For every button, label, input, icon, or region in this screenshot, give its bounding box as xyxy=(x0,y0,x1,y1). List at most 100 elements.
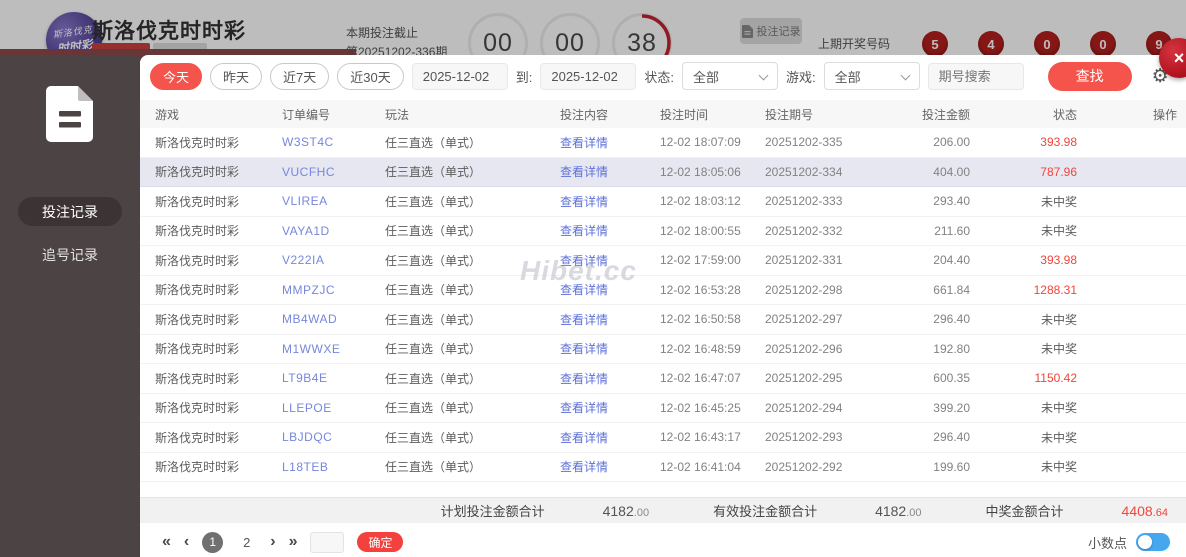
view-details-link[interactable]: 查看详情 xyxy=(560,193,660,210)
cell-bet-amount: 600.35 xyxy=(880,371,970,385)
table-row[interactable]: 斯洛伐克时时彩LLEPOE任三直选（单式）查看详情12-02 16:45:252… xyxy=(140,394,1186,424)
last-page-button[interactable]: » xyxy=(289,533,298,551)
cell-game: 斯洛伐克时时彩 xyxy=(155,252,282,269)
cell-period: 20251202-332 xyxy=(765,224,880,238)
filter-bar: 今天昨天近7天近30天 到: 状态: 全部 游戏: 全部 查找 ⚙ xyxy=(150,62,1178,90)
cell-game: 斯洛伐克时时彩 xyxy=(155,222,282,239)
table-row[interactable]: 斯洛伐克时时彩VAYA1D任三直选（单式）查看详情12-02 18:00:552… xyxy=(140,217,1186,247)
order-number-link[interactable]: MMPZJC xyxy=(282,283,385,297)
cell-game: 斯洛伐克时时彩 xyxy=(155,134,282,151)
column-header: 投注内容 xyxy=(560,106,660,123)
cell-bet-time: 12-02 17:59:00 xyxy=(660,253,765,267)
quick-range-button[interactable]: 近30天 xyxy=(337,63,403,90)
decimal-toggle-switch[interactable] xyxy=(1136,533,1170,551)
game-select[interactable]: 全部 xyxy=(824,62,920,90)
cell-status: 393.98 xyxy=(970,253,1077,267)
quick-range-group: 今天昨天近7天近30天 xyxy=(150,63,404,90)
cell-bet-time: 12-02 18:03:12 xyxy=(660,194,765,208)
view-details-link[interactable]: 查看详情 xyxy=(560,370,660,387)
quick-range-button[interactable]: 昨天 xyxy=(210,63,262,90)
screen: 斯洛伐克 时时彩 斯洛伐克时时彩 本期投注截止 第20251202-336期 0… xyxy=(0,0,1186,557)
cell-game: 斯洛伐克时时彩 xyxy=(155,370,282,387)
prev-page-button[interactable]: ‹ xyxy=(184,533,189,551)
view-details-link[interactable]: 查看详情 xyxy=(560,399,660,416)
next-page-button[interactable]: › xyxy=(270,533,275,551)
view-details-link[interactable]: 查看详情 xyxy=(560,252,660,269)
column-header: 状态 xyxy=(970,106,1077,123)
order-number-link[interactable]: V222IA xyxy=(282,253,385,267)
order-number-link[interactable]: VAYA1D xyxy=(282,224,385,238)
view-details-link[interactable]: 查看详情 xyxy=(560,311,660,328)
table-row[interactable]: 斯洛伐克时时彩L18TEB任三直选（单式）查看详情12-02 16:41:042… xyxy=(140,453,1186,483)
table-row[interactable]: 斯洛伐克时时彩VLIREA任三直选（单式）查看详情12-02 18:03:122… xyxy=(140,187,1186,217)
table-row[interactable]: 斯洛伐克时时彩VUCFHC任三直选（单式）查看详情12-02 18:05:062… xyxy=(140,158,1186,188)
view-details-link[interactable]: 查看详情 xyxy=(560,340,660,357)
plan-total: 计划投注金额合计 4182.00 xyxy=(441,501,649,521)
view-details-link[interactable]: 查看详情 xyxy=(560,134,660,151)
order-number-link[interactable]: W3ST4C xyxy=(282,135,385,149)
view-details-link[interactable]: 查看详情 xyxy=(560,429,660,446)
order-number-link[interactable]: LLEPOE xyxy=(282,401,385,415)
status-select[interactable]: 全部 xyxy=(682,62,778,90)
column-header: 订单编号 xyxy=(282,106,385,123)
cell-bet-amount: 661.84 xyxy=(880,283,970,297)
order-number-link[interactable]: VLIREA xyxy=(282,194,385,208)
search-button[interactable]: 查找 xyxy=(1048,62,1132,91)
cell-bet-amount: 199.60 xyxy=(880,460,970,474)
cell-period: 20251202-335 xyxy=(765,135,880,149)
table-row[interactable]: 斯洛伐克时时彩LBJDQC任三直选（单式）查看详情12-02 16:43:172… xyxy=(140,423,1186,453)
cell-period: 20251202-331 xyxy=(765,253,880,267)
cell-bet-amount: 204.40 xyxy=(880,253,970,267)
view-details-link[interactable]: 查看详情 xyxy=(560,163,660,180)
sidebar-item-bet-records[interactable]: 投注记录 xyxy=(18,197,122,226)
cell-bet-time: 12-02 16:50:58 xyxy=(660,312,765,326)
plan-total-label: 计划投注金额合计 xyxy=(441,501,545,520)
date-from-input[interactable] xyxy=(412,63,508,90)
order-number-link[interactable]: M1WWXE xyxy=(282,342,385,356)
cell-bet-amount: 404.00 xyxy=(880,165,970,179)
table-row[interactable]: 斯洛伐克时时彩MB4WAD任三直选（单式）查看详情12-02 16:50:582… xyxy=(140,305,1186,335)
column-header: 投注时间 xyxy=(660,106,765,123)
table-row[interactable]: 斯洛伐克时时彩W3ST4C任三直选（单式）查看详情12-02 18:07:092… xyxy=(140,128,1186,158)
cell-game: 斯洛伐克时时彩 xyxy=(155,193,282,210)
view-details-link[interactable]: 查看详情 xyxy=(560,458,660,475)
first-page-button[interactable]: « xyxy=(162,533,171,551)
summary-bar: 计划投注金额合计 4182.00 有效投注金额合计 4182.00 中奖金额合计… xyxy=(140,497,1186,523)
cell-game: 斯洛伐克时时彩 xyxy=(155,429,282,446)
cell-status: 未中奖 xyxy=(970,311,1077,328)
cell-play-type: 任三直选（单式） xyxy=(385,311,560,328)
sidebar-item-chase-records[interactable]: 追号记录 xyxy=(18,240,122,269)
order-number-link[interactable]: LBJDQC xyxy=(282,430,385,444)
page-jump-confirm-button[interactable]: 确定 xyxy=(357,532,403,552)
status-filter-label: 状态: xyxy=(644,67,674,86)
period-search-input[interactable] xyxy=(928,63,1024,90)
win-total-label: 中奖金额合计 xyxy=(986,501,1064,520)
page-jump-input[interactable] xyxy=(310,532,344,553)
table-row[interactable]: 斯洛伐克时时彩MMPZJC任三直选（单式）查看详情12-02 16:53:282… xyxy=(140,276,1186,306)
page-number-button[interactable]: 1 xyxy=(202,532,223,553)
view-details-link[interactable]: 查看详情 xyxy=(560,281,660,298)
column-header: 游戏 xyxy=(155,106,282,123)
cell-status: 未中奖 xyxy=(970,340,1077,357)
cell-period: 20251202-292 xyxy=(765,460,880,474)
cell-status: 未中奖 xyxy=(970,458,1077,475)
cell-period: 20251202-333 xyxy=(765,194,880,208)
view-details-link[interactable]: 查看详情 xyxy=(560,222,660,239)
sidebar-menu: 投注记录追号记录 xyxy=(0,171,140,269)
column-header: 投注金额 xyxy=(880,106,970,123)
table-row[interactable]: 斯洛伐克时时彩LT9B4E任三直选（单式）查看详情12-02 16:47:072… xyxy=(140,364,1186,394)
valid-total-value: 4182.00 xyxy=(875,503,921,521)
order-number-link[interactable]: LT9B4E xyxy=(282,371,385,385)
quick-range-button[interactable]: 今天 xyxy=(150,63,202,90)
order-number-link[interactable]: MB4WAD xyxy=(282,312,385,326)
table-row[interactable]: 斯洛伐克时时彩V222IA任三直选（单式）查看详情12-02 17:59:002… xyxy=(140,246,1186,276)
order-number-link[interactable]: VUCFHC xyxy=(282,165,385,179)
table-row[interactable]: 斯洛伐克时时彩M1WWXE任三直选（单式）查看详情12-02 16:48:592… xyxy=(140,335,1186,365)
page-number-button[interactable]: 2 xyxy=(236,532,257,553)
date-to-input[interactable] xyxy=(540,63,636,90)
quick-range-button[interactable]: 近7天 xyxy=(270,63,329,90)
order-number-link[interactable]: L18TEB xyxy=(282,460,385,474)
cell-bet-time: 12-02 16:47:07 xyxy=(660,371,765,385)
cell-bet-time: 12-02 18:05:06 xyxy=(660,165,765,179)
cell-play-type: 任三直选（单式） xyxy=(385,163,560,180)
